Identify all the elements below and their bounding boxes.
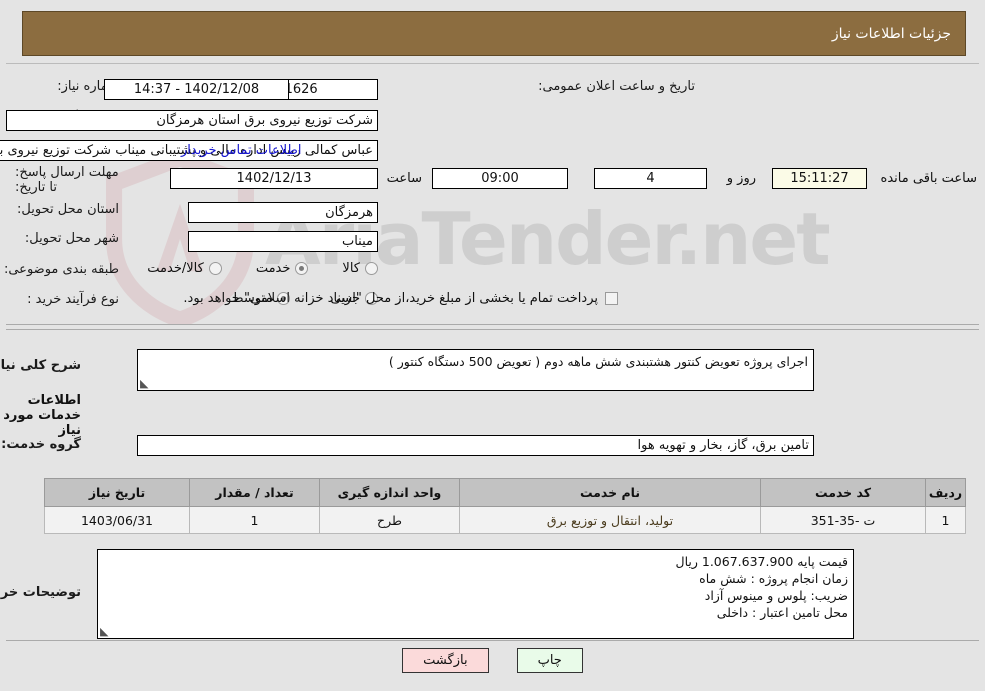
table-header-row: ردیف کد خدمت نام خدمت واحد اندازه گیری ت… [44, 478, 966, 507]
delivery-province-value: هرمزگان [188, 202, 378, 223]
subject-class-option-0-label: کالا [342, 261, 360, 276]
page-title: جزئیات اطلاعات نیاز [831, 25, 951, 42]
buyer-notes-resize-grip-icon[interactable]: ◢ [100, 625, 110, 638]
col-code: کد خدمت [760, 478, 926, 507]
radio-kala-icon[interactable] [365, 262, 378, 275]
cell-index: 1 [925, 506, 966, 534]
subject-class-option-2-label: کالا/خدمت [147, 261, 204, 276]
need-details-page: AriaTender.net جزئیات اطلاعات نیاز شماره… [0, 0, 985, 691]
cell-quantity: 1 [189, 506, 320, 534]
delivery-city-label: شهر محل تحویل: [24, 231, 119, 246]
deadline-remaining-label: ساعت باقی مانده [880, 171, 977, 186]
delivery-province-label-wrap: استان محل تحویل: [17, 202, 119, 217]
buyer-notes-line-1: قیمت پایه 1.067.637.900 ریال [675, 554, 848, 569]
deadline-label-wrap: مهلت ارسال پاسخ: تا تاریخ: [15, 165, 119, 195]
cell-code: ت -35-351 [760, 506, 926, 534]
subject-class-label: طبقه بندی موضوعی: [3, 262, 119, 277]
deadline-days-label: روز و [726, 171, 756, 186]
col-need-date: تاریخ نیاز [44, 478, 190, 507]
buyer-contact-link[interactable]: اطلاعات تماس خریدار [181, 143, 301, 158]
announce-datetime-label: تاریخ و ساعت اعلان عمومی: [538, 79, 695, 94]
buyer-org-value: شرکت توزیع نیروی برق استان هرمزگان [6, 110, 378, 131]
deadline-days-value: 4 [594, 168, 707, 189]
page-header-bar: جزئیات اطلاعات نیاز [22, 11, 966, 56]
buyer-notes-label-wrap: توضیحات خریدار: [0, 585, 81, 600]
treasury-note-text: پرداخت تمام یا بخشی از مبلغ خرید،از محل … [183, 291, 598, 306]
services-section-title: اطلاعات خدمات مورد نیاز [3, 393, 81, 438]
print-button[interactable]: چاپ [516, 648, 583, 673]
delivery-city-value: میناب [188, 231, 378, 252]
services-table: ردیف کد خدمت نام خدمت واحد اندازه گیری ت… [44, 478, 966, 534]
col-unit: واحد اندازه گیری [319, 478, 460, 507]
deadline-label: مهلت ارسال پاسخ: تا تاریخ: [15, 165, 119, 195]
cell-unit: طرح [319, 506, 460, 534]
col-index: ردیف [925, 478, 966, 507]
action-button-bar: بازگشت چاپ [0, 648, 985, 673]
col-name: نام خدمت [459, 478, 761, 507]
subject-class-option-kala[interactable]: کالا [342, 261, 378, 276]
treasury-checkbox[interactable] [605, 292, 618, 305]
deadline-hour-value: 09:00 [432, 168, 568, 189]
deadline-date-value: 1402/12/13 [170, 168, 378, 189]
buyer-notes-label: توضیحات خریدار: [0, 585, 81, 600]
subject-class-label-wrap: طبقه بندی موضوعی: [4, 262, 119, 277]
buyer-notes-line-2: زمان انجام پروژه : شش ماه [699, 571, 848, 586]
treasury-note-group: پرداخت تمام یا بخشی از مبلغ خرید،از محل … [183, 291, 618, 306]
subject-class-option-khedmat[interactable]: خدمت [256, 261, 309, 276]
purchase-process-label: نوع فرآیند خرید : [27, 292, 119, 307]
cell-need-date: 1403/06/31 [44, 506, 190, 534]
announce-datetime-value: 1402/12/08 - 14:37 [104, 79, 289, 100]
subject-class-options: کالا خدمت کالا/خدمت [147, 261, 378, 276]
general-description-label-wrap: شرح کلی نیاز: [0, 358, 81, 373]
service-group-value: تامین برق، گاز، بخار و تهویه هوا [137, 435, 814, 456]
buyer-notes-textarea[interactable]: قیمت پایه 1.067.637.900 ریال زمان انجام … [97, 549, 854, 639]
cell-name: تولید، انتقال و توزیع برق [459, 506, 761, 534]
subject-class-option-kala-khedmat[interactable]: کالا/خدمت [147, 261, 222, 276]
summary-panel [6, 63, 979, 325]
radio-kala-khedmat-icon[interactable] [208, 262, 222, 275]
buyer-notes-line-4: محل تامین اعتبار : داخلی [716, 605, 848, 620]
service-group-label-wrap: گروه خدمت: [1, 437, 81, 452]
general-description-value: اجرای پروژه تعویض کنتور هشتبندی شش ماهه … [388, 354, 808, 369]
service-group-label: گروه خدمت: [1, 437, 81, 452]
announce-datetime-label-wrap: تاریخ و ساعت اعلان عمومی: [538, 79, 695, 94]
back-button[interactable]: بازگشت [402, 648, 489, 673]
radio-khedmat-icon[interactable] [295, 262, 309, 275]
general-description-label: شرح کلی نیاز: [0, 358, 81, 373]
resize-grip-icon[interactable]: ◢ [140, 377, 150, 390]
buyer-notes-line-3: ضریب: پلوس و مینوس آزاد [704, 588, 848, 603]
delivery-city-label-wrap: شهر محل تحویل: [25, 231, 119, 246]
deadline-countdown-timer: 15:11:27 [772, 168, 867, 189]
general-description-textarea[interactable]: اجرای پروژه تعویض کنتور هشتبندی شش ماهه … [137, 349, 814, 391]
delivery-province-label: استان محل تحویل: [17, 202, 119, 217]
col-quantity: تعداد / مقدار [189, 478, 320, 507]
purchase-process-label-wrap: نوع فرآیند خرید : [27, 292, 119, 307]
deadline-hour-label: ساعت [386, 171, 422, 186]
subject-class-option-1-label: خدمت [255, 261, 291, 276]
table-row: 1 ت -35-351 تولید، انتقال و توزیع برق طر… [44, 506, 966, 534]
